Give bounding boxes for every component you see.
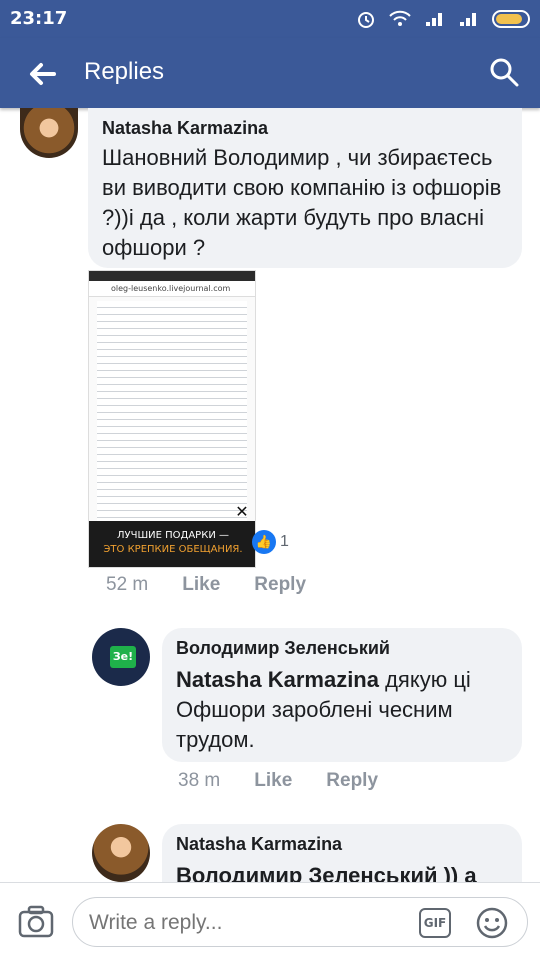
back-arrow-icon[interactable] — [24, 56, 60, 92]
battery-icon — [492, 10, 530, 28]
signal-icon — [426, 13, 442, 26]
comment-text: Natasha Karmazina дякую ці Офшори заробл… — [176, 665, 508, 755]
reaction-count: 1 — [280, 533, 289, 550]
comment-meta: 38 m Like Reply — [178, 770, 378, 792]
reply-button[interactable]: Reply — [254, 574, 306, 596]
banner-line-2: ЭТО КРЕПКИЕ ОБЕЩАНИЯ. — [103, 544, 243, 555]
status-icons — [356, 6, 530, 32]
emoji-icon[interactable] — [475, 906, 509, 940]
page-title: Replies — [84, 58, 165, 85]
like-button[interactable]: Like — [254, 770, 292, 792]
reply-input[interactable] — [89, 911, 389, 935]
like-reaction-icon: 👍 — [252, 530, 276, 554]
ze-logo-icon: Зе! — [110, 646, 136, 668]
comment-time: 52 m — [106, 574, 149, 595]
comment-author[interactable]: Володимир Зеленський — [176, 638, 508, 659]
screenshot-url: oleg-leusenko.livejournal.com — [89, 281, 255, 297]
wifi-icon — [389, 10, 411, 26]
reply-button[interactable]: Reply — [326, 770, 378, 792]
mention-link[interactable]: Natasha Karmazina — [176, 667, 379, 692]
comment-author[interactable]: Natasha Karmazina — [176, 834, 508, 855]
avatar[interactable]: Зе! — [92, 628, 150, 686]
screenshot-text-lines — [97, 301, 247, 521]
attached-image[interactable]: oleg-leusenko.livejournal.com ✕ ЛУЧШИЕ П… — [88, 270, 256, 568]
screenshot-banner: ЛУЧШИЕ ПОДАРКИ — ЭТО КРЕПКИЕ ОБЕЩАНИЯ. — [89, 521, 255, 567]
search-icon[interactable] — [488, 56, 520, 88]
status-time: 23:17 — [10, 8, 68, 29]
avatar[interactable] — [92, 824, 150, 882]
comment-author[interactable]: Natasha Karmazina — [102, 118, 508, 139]
signal-icon-2 — [460, 13, 476, 26]
app-bar: Replies — [0, 38, 540, 108]
status-bar: 23:17 — [0, 0, 540, 38]
close-icon: ✕ — [235, 502, 249, 521]
comment-text: Шановний Володимир , чи збираєтесь ви ви… — [102, 145, 502, 260]
camera-icon[interactable] — [18, 905, 54, 939]
reply-box[interactable]: GIF — [72, 897, 528, 947]
gif-button[interactable]: GIF — [419, 908, 451, 938]
replies-list: Natasha Karmazina Шановний Володимир , ч… — [0, 108, 540, 882]
banner-line-1: ЛУЧШИЕ ПОДАРКИ — — [117, 530, 229, 541]
comment-time: 38 m — [178, 770, 221, 791]
screenshot-statusbar — [89, 271, 255, 281]
comment-meta: 52 m Like Reply — [106, 574, 306, 596]
alarm-icon — [358, 12, 374, 28]
comment-bubble: Natasha Karmazina Шановний Володимир , ч… — [88, 108, 522, 268]
reply-composer: GIF — [0, 882, 540, 960]
comment-bubble: Natasha Karmazina Володимир Зеленський )… — [162, 824, 522, 882]
reaction-summary[interactable]: 👍 1 — [252, 530, 289, 554]
comment-text: Володимир Зеленський )) а — [176, 863, 477, 882]
comment-bubble: Володимир Зеленський Natasha Karmazina д… — [162, 628, 522, 762]
avatar[interactable] — [20, 108, 78, 158]
like-button[interactable]: Like — [182, 574, 220, 596]
